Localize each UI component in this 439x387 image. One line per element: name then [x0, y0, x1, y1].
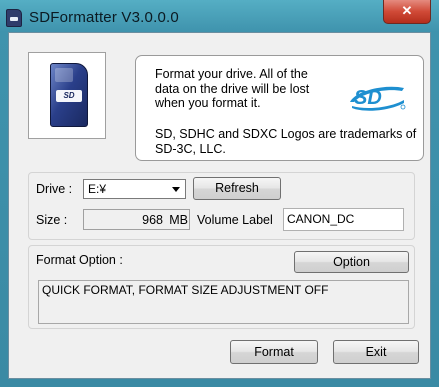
sd-card-label: SD [56, 90, 82, 102]
client-area: SD Format your drive. All of the data on… [8, 32, 431, 379]
drive-label: Drive : [36, 182, 73, 196]
sd-card-image: SD [50, 63, 88, 127]
option-button[interactable]: Option [294, 251, 409, 273]
info-panel: Format your drive. All of the data on th… [135, 55, 424, 161]
sd-logo-icon: SD [350, 86, 406, 111]
refresh-button[interactable]: Refresh [193, 177, 281, 200]
sdformatter-window: SDFormatter V3.0.0.0 ✕ SD Format your dr… [0, 0, 439, 387]
chevron-down-icon[interactable] [172, 187, 180, 192]
drive-select[interactable]: E:¥ [83, 179, 186, 199]
size-value: 968 [142, 213, 163, 227]
volume-label-text: Volume Label [197, 213, 273, 227]
title-bar[interactable]: SDFormatter V3.0.0.0 ✕ [0, 0, 439, 32]
sd-card-image-frame: SD [28, 52, 106, 139]
format-button[interactable]: Format [230, 340, 318, 364]
size-unit: MB [169, 213, 188, 227]
trademark-text: SD, SDHC and SDXC Logos are trademarks o… [155, 127, 417, 156]
format-warning-text: Format your drive. All of the data on th… [155, 67, 310, 110]
size-field: 968 MB [83, 209, 190, 230]
drive-select-value: E:¥ [88, 182, 107, 196]
size-label: Size : [36, 213, 68, 227]
sd-card-icon [6, 9, 22, 27]
close-button[interactable]: ✕ [383, 0, 431, 24]
volume-label-input[interactable]: CANON_DC [283, 208, 404, 231]
format-option-description: QUICK FORMAT, FORMAT SIZE ADJUSTMENT OFF [38, 280, 409, 324]
window-title: SDFormatter V3.0.0.0 [29, 9, 179, 26]
svg-text:SD: SD [354, 87, 382, 109]
format-option-label: Format Option : [36, 253, 123, 267]
exit-button[interactable]: Exit [333, 340, 419, 364]
